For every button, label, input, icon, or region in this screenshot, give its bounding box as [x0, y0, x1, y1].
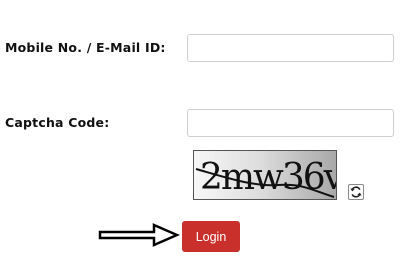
captcha-code-input[interactable]	[187, 109, 394, 137]
login-button[interactable]: Login	[182, 221, 240, 252]
mobile-email-label: Mobile No. / E-Mail ID:	[5, 40, 166, 55]
captcha-image-text: 2mw36v	[200, 157, 336, 198]
mobile-email-input[interactable]	[187, 34, 394, 62]
captcha-image: 2mw36v	[193, 150, 337, 200]
refresh-captcha-button[interactable]	[348, 184, 364, 200]
arrow-right-icon	[98, 223, 180, 247]
refresh-icon	[350, 186, 362, 198]
captcha-code-label: Captcha Code:	[5, 115, 110, 130]
